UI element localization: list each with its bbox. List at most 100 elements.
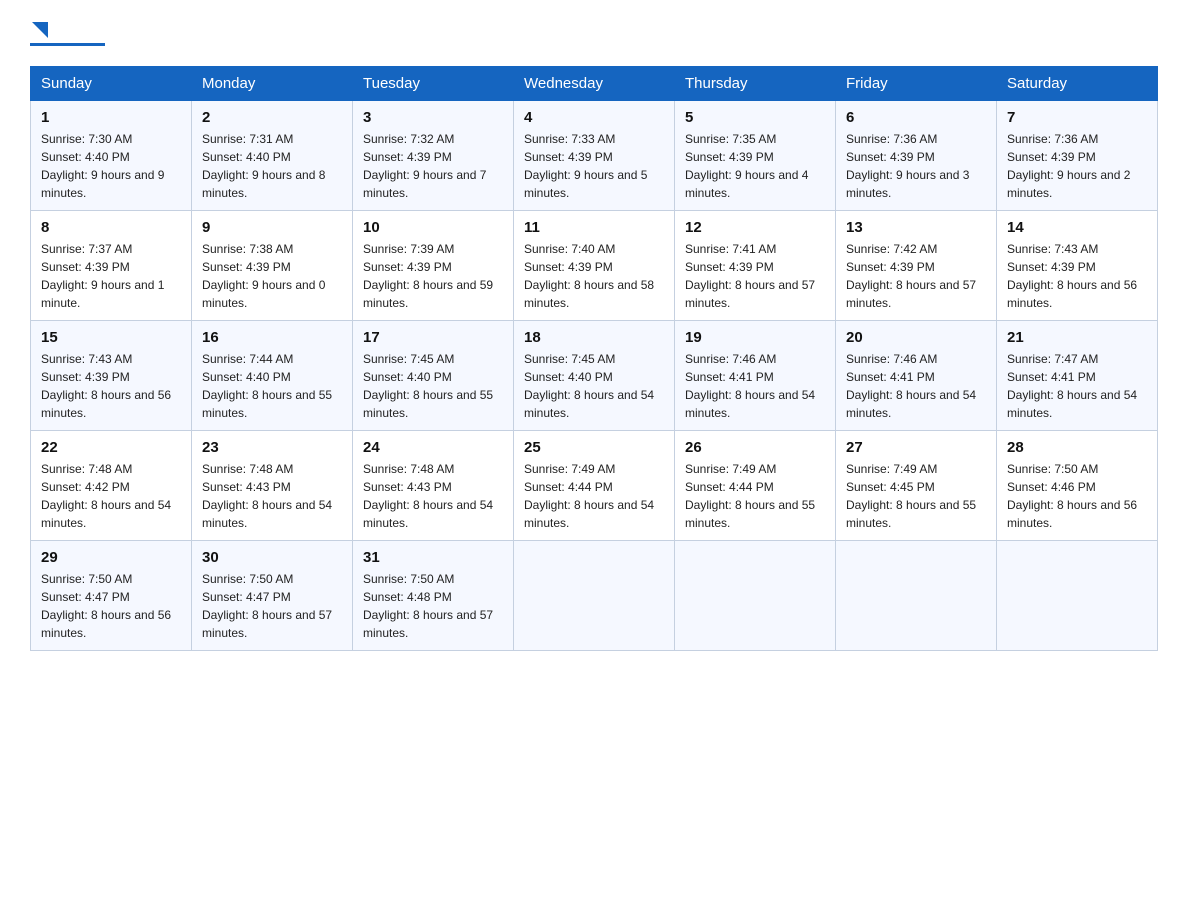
day-info: Sunrise: 7:38 AMSunset: 4:39 PMDaylight:… — [202, 240, 342, 312]
day-number: 1 — [41, 109, 181, 126]
day-info: Sunrise: 7:36 AMSunset: 4:39 PMDaylight:… — [846, 130, 986, 202]
table-row: 13 Sunrise: 7:42 AMSunset: 4:39 PMDayligh… — [836, 211, 997, 321]
day-number: 14 — [1007, 219, 1147, 236]
day-info: Sunrise: 7:43 AMSunset: 4:39 PMDaylight:… — [1007, 240, 1147, 312]
calendar-week-row: 22 Sunrise: 7:48 AMSunset: 4:42 PMDayligh… — [31, 431, 1158, 541]
col-thursday: Thursday — [675, 67, 836, 101]
col-tuesday: Tuesday — [353, 67, 514, 101]
day-number: 19 — [685, 329, 825, 346]
day-info: Sunrise: 7:49 AMSunset: 4:44 PMDaylight:… — [685, 460, 825, 532]
col-monday: Monday — [192, 67, 353, 101]
table-row: 8Sunrise: 7:37 AMSunset: 4:39 PMDaylight… — [31, 211, 192, 321]
table-row — [514, 541, 675, 651]
table-row: 29 Sunrise: 7:50 AMSunset: 4:47 PMDayligh… — [31, 541, 192, 651]
day-info: Sunrise: 7:48 AMSunset: 4:43 PMDaylight:… — [363, 460, 503, 532]
calendar-header-row: Sunday Monday Tuesday Wednesday Thursday… — [31, 67, 1158, 101]
day-info: Sunrise: 7:46 AMSunset: 4:41 PMDaylight:… — [846, 350, 986, 422]
day-number: 15 — [41, 329, 181, 346]
day-number: 24 — [363, 439, 503, 456]
day-info: Sunrise: 7:50 AMSunset: 4:46 PMDaylight:… — [1007, 460, 1147, 532]
table-row: 31 Sunrise: 7:50 AMSunset: 4:48 PMDayligh… — [353, 541, 514, 651]
logo — [30, 20, 105, 46]
day-info: Sunrise: 7:31 AMSunset: 4:40 PMDaylight:… — [202, 130, 342, 202]
day-info: Sunrise: 7:36 AMSunset: 4:39 PMDaylight:… — [1007, 130, 1147, 202]
table-row: 21 Sunrise: 7:47 AMSunset: 4:41 PMDayligh… — [997, 321, 1158, 431]
day-number: 9 — [202, 219, 342, 236]
calendar-week-row: 15Sunrise: 7:43 AMSunset: 4:39 PMDayligh… — [31, 321, 1158, 431]
col-sunday: Sunday — [31, 67, 192, 101]
table-row: 26 Sunrise: 7:49 AMSunset: 4:44 PMDayligh… — [675, 431, 836, 541]
table-row: 24 Sunrise: 7:48 AMSunset: 4:43 PMDayligh… — [353, 431, 514, 541]
calendar-table: Sunday Monday Tuesday Wednesday Thursday… — [30, 66, 1158, 651]
day-info: Sunrise: 7:50 AMSunset: 4:47 PMDaylight:… — [41, 570, 181, 642]
day-number: 10 — [363, 219, 503, 236]
day-number: 20 — [846, 329, 986, 346]
day-number: 23 — [202, 439, 342, 456]
table-row: 23 Sunrise: 7:48 AMSunset: 4:43 PMDayligh… — [192, 431, 353, 541]
day-info: Sunrise: 7:42 AMSunset: 4:39 PMDaylight:… — [846, 240, 986, 312]
day-number: 17 — [363, 329, 503, 346]
table-row: 6 Sunrise: 7:36 AMSunset: 4:39 PMDaylight… — [836, 101, 997, 211]
day-number: 4 — [524, 109, 664, 126]
table-row: 19Sunrise: 7:46 AMSunset: 4:41 PMDayligh… — [675, 321, 836, 431]
logo-arrow-icon — [32, 22, 54, 44]
day-info: Sunrise: 7:45 AMSunset: 4:40 PMDaylight:… — [363, 350, 503, 422]
table-row: 3 Sunrise: 7:32 AMSunset: 4:39 PMDaylight… — [353, 101, 514, 211]
day-number: 29 — [41, 549, 181, 566]
table-row: 10 Sunrise: 7:39 AMSunset: 4:39 PMDayligh… — [353, 211, 514, 321]
day-info: Sunrise: 7:50 AMSunset: 4:48 PMDaylight:… — [363, 570, 503, 642]
day-info: Sunrise: 7:40 AMSunset: 4:39 PMDaylight:… — [524, 240, 664, 312]
table-row: 9 Sunrise: 7:38 AMSunset: 4:39 PMDaylight… — [192, 211, 353, 321]
day-info: Sunrise: 7:47 AMSunset: 4:41 PMDaylight:… — [1007, 350, 1147, 422]
day-number: 6 — [846, 109, 986, 126]
day-number: 7 — [1007, 109, 1147, 126]
calendar-week-row: 29 Sunrise: 7:50 AMSunset: 4:47 PMDayligh… — [31, 541, 1158, 651]
table-row: 25Sunrise: 7:49 AMSunset: 4:44 PMDayligh… — [514, 431, 675, 541]
table-row: 28 Sunrise: 7:50 AMSunset: 4:46 PMDayligh… — [997, 431, 1158, 541]
day-number: 22 — [41, 439, 181, 456]
day-number: 27 — [846, 439, 986, 456]
day-info: Sunrise: 7:39 AMSunset: 4:39 PMDaylight:… — [363, 240, 503, 312]
day-number: 26 — [685, 439, 825, 456]
day-number: 21 — [1007, 329, 1147, 346]
day-info: Sunrise: 7:49 AMSunset: 4:45 PMDaylight:… — [846, 460, 986, 532]
table-row: 18 Sunrise: 7:45 AMSunset: 4:40 PMDayligh… — [514, 321, 675, 431]
day-number: 2 — [202, 109, 342, 126]
day-number: 13 — [846, 219, 986, 236]
table-row: 30 Sunrise: 7:50 AMSunset: 4:47 PMDayligh… — [192, 541, 353, 651]
table-row: 4 Sunrise: 7:33 AMSunset: 4:39 PMDaylight… — [514, 101, 675, 211]
table-row: 22 Sunrise: 7:48 AMSunset: 4:42 PMDayligh… — [31, 431, 192, 541]
table-row: 27 Sunrise: 7:49 AMSunset: 4:45 PMDayligh… — [836, 431, 997, 541]
day-info: Sunrise: 7:50 AMSunset: 4:47 PMDaylight:… — [202, 570, 342, 642]
col-saturday: Saturday — [997, 67, 1158, 101]
day-info: Sunrise: 7:41 AMSunset: 4:39 PMDaylight:… — [685, 240, 825, 312]
table-row: 16 Sunrise: 7:44 AMSunset: 4:40 PMDayligh… — [192, 321, 353, 431]
calendar-week-row: 8Sunrise: 7:37 AMSunset: 4:39 PMDaylight… — [31, 211, 1158, 321]
day-info: Sunrise: 7:48 AMSunset: 4:43 PMDaylight:… — [202, 460, 342, 532]
day-number: 3 — [363, 109, 503, 126]
day-info: Sunrise: 7:44 AMSunset: 4:40 PMDaylight:… — [202, 350, 342, 422]
table-row: 14 Sunrise: 7:43 AMSunset: 4:39 PMDayligh… — [997, 211, 1158, 321]
day-number: 18 — [524, 329, 664, 346]
table-row: 7 Sunrise: 7:36 AMSunset: 4:39 PMDaylight… — [997, 101, 1158, 211]
day-info: Sunrise: 7:48 AMSunset: 4:42 PMDaylight:… — [41, 460, 181, 532]
day-number: 31 — [363, 549, 503, 566]
table-row — [675, 541, 836, 651]
day-number: 30 — [202, 549, 342, 566]
day-info: Sunrise: 7:30 AMSunset: 4:40 PMDaylight:… — [41, 130, 181, 202]
table-row: 5 Sunrise: 7:35 AMSunset: 4:39 PMDaylight… — [675, 101, 836, 211]
day-number: 5 — [685, 109, 825, 126]
day-info: Sunrise: 7:45 AMSunset: 4:40 PMDaylight:… — [524, 350, 664, 422]
day-info: Sunrise: 7:32 AMSunset: 4:39 PMDaylight:… — [363, 130, 503, 202]
calendar-week-row: 1 Sunrise: 7:30 AMSunset: 4:40 PMDaylight… — [31, 101, 1158, 211]
table-row: 2 Sunrise: 7:31 AMSunset: 4:40 PMDaylight… — [192, 101, 353, 211]
day-info: Sunrise: 7:33 AMSunset: 4:39 PMDaylight:… — [524, 130, 664, 202]
table-row — [997, 541, 1158, 651]
col-friday: Friday — [836, 67, 997, 101]
table-row: 20 Sunrise: 7:46 AMSunset: 4:41 PMDayligh… — [836, 321, 997, 431]
day-number: 28 — [1007, 439, 1147, 456]
day-info: Sunrise: 7:35 AMSunset: 4:39 PMDaylight:… — [685, 130, 825, 202]
day-number: 16 — [202, 329, 342, 346]
table-row: 11 Sunrise: 7:40 AMSunset: 4:39 PMDayligh… — [514, 211, 675, 321]
day-number: 11 — [524, 219, 664, 236]
